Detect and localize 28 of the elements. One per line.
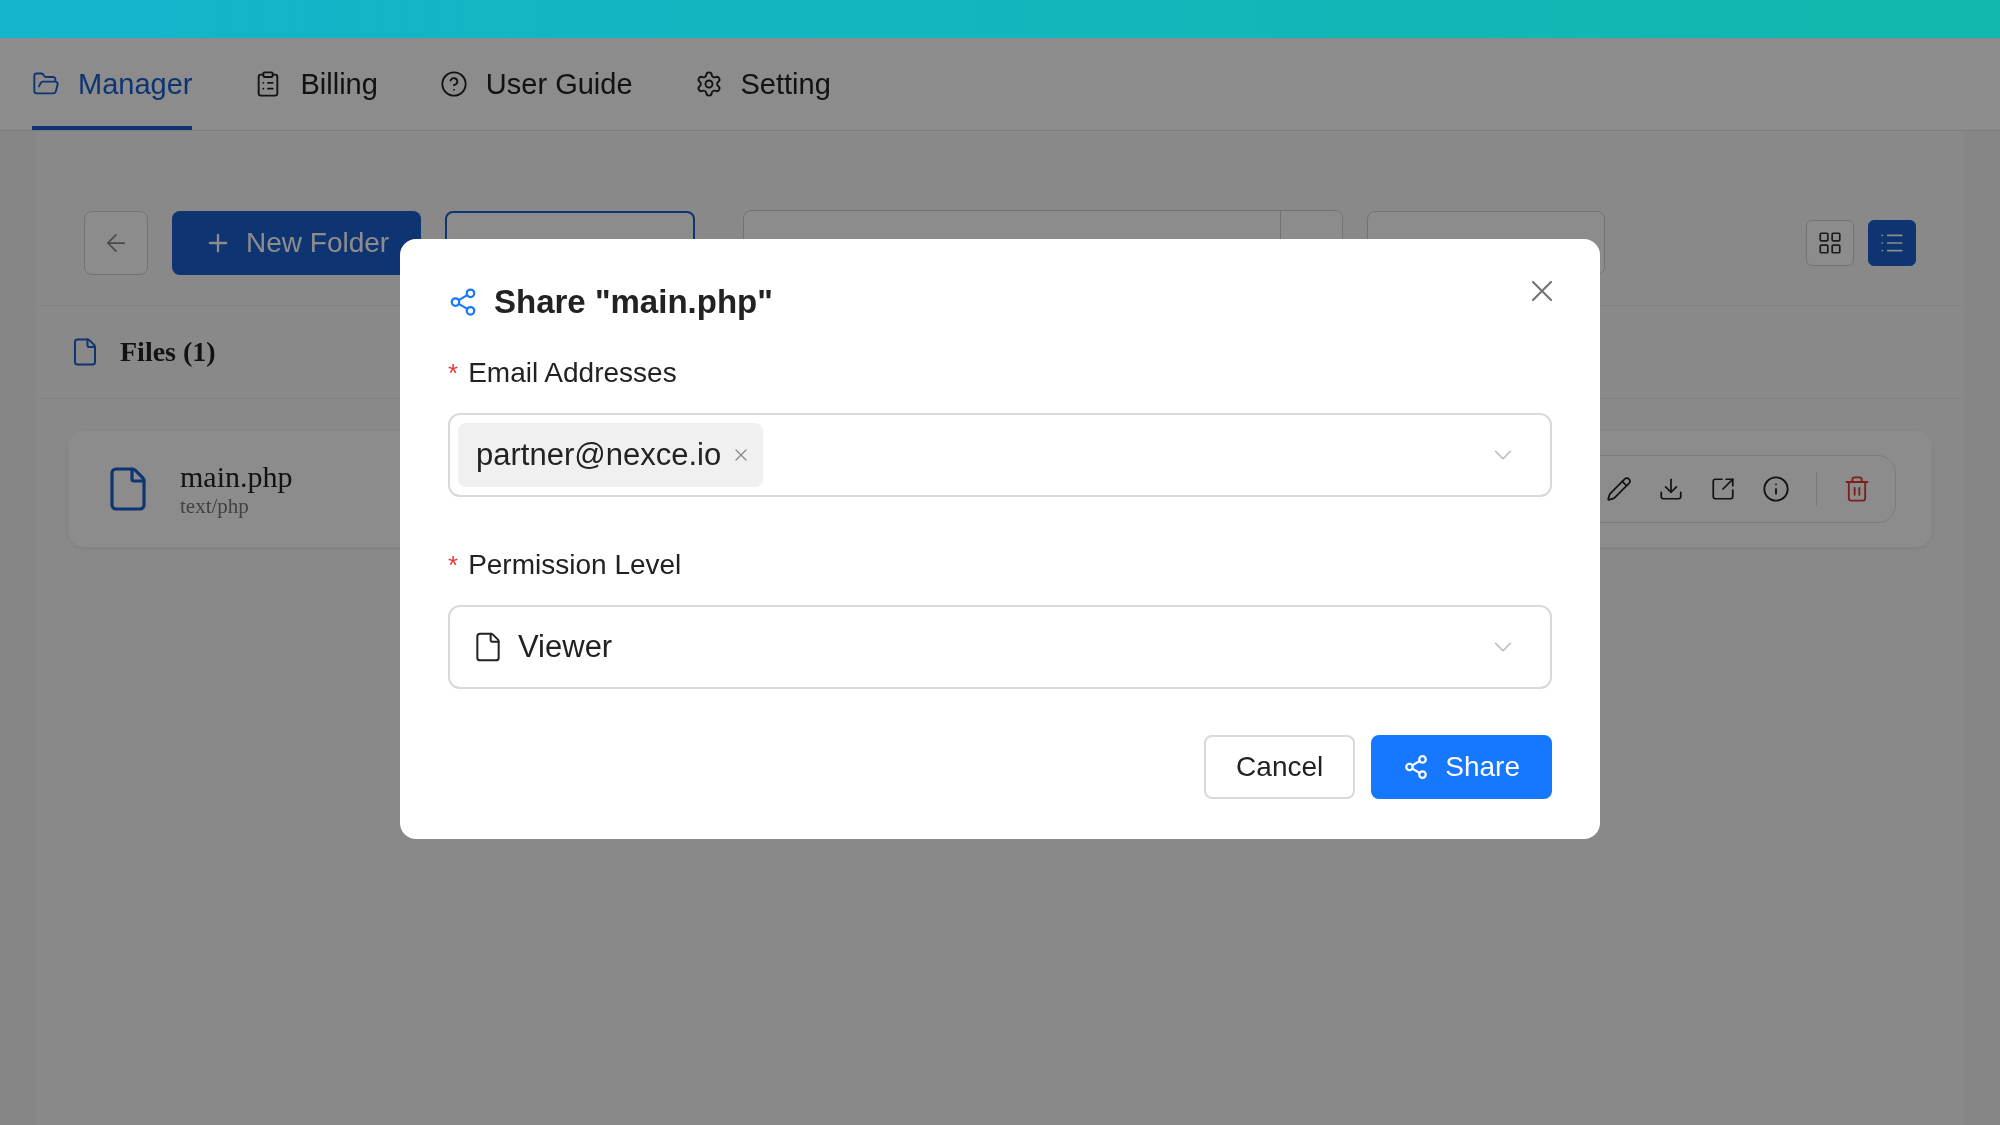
view-toggle-button[interactable] <box>1868 220 1916 266</box>
open-external-icon[interactable] <box>1710 476 1736 502</box>
share-icon <box>448 287 478 317</box>
required-mark: * <box>448 358 459 389</box>
field-label: Permission Level <box>468 549 682 581</box>
nav-tab[interactable]: Setting <box>694 38 831 130</box>
email-field[interactable]: partner@nexce.io <box>448 413 1552 497</box>
permission-select[interactable]: Viewer <box>448 605 1552 689</box>
select-value: Viewer <box>518 629 613 665</box>
field-label: Email Addresses <box>468 357 677 389</box>
nav-tab[interactable]: User Guide <box>439 38 633 130</box>
edit-icon[interactable] <box>1606 476 1632 502</box>
download-icon[interactable] <box>1658 476 1684 502</box>
grid-icon <box>1817 230 1843 256</box>
cancel-button[interactable]: Cancel <box>1204 735 1356 799</box>
trash-icon[interactable] <box>1843 475 1871 503</box>
nav-tab[interactable]: Billing <box>254 38 378 130</box>
help-icon <box>439 70 468 98</box>
files-heading: Files (1) <box>120 336 216 368</box>
new-folder-button[interactable]: New Folder <box>172 211 422 275</box>
required-mark: * <box>448 550 459 581</box>
file-name: main.php <box>180 459 293 494</box>
info-icon[interactable] <box>1762 475 1790 503</box>
share-button[interactable]: Share <box>1371 735 1552 799</box>
dialog-title: Share "main.php" <box>494 283 773 321</box>
share-icon <box>1403 754 1430 780</box>
file-type: text/php <box>180 493 250 519</box>
email-tag-text: partner@nexce.io <box>476 437 722 473</box>
